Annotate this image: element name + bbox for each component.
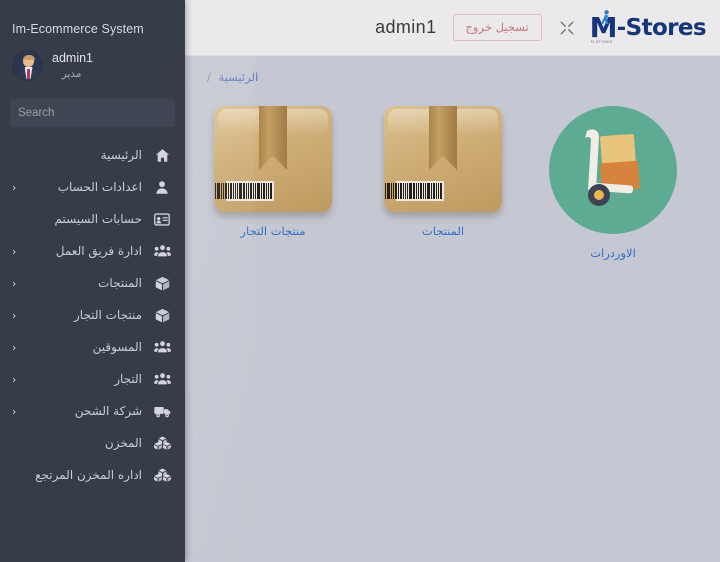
sidebar-item-label: المسوقين	[92, 340, 142, 354]
chevron-left-icon: ‹	[12, 404, 17, 418]
sidebar-item-label: المنتجات	[98, 276, 142, 290]
sidebar-item-1[interactable]: اعدادات الحساب ‹	[0, 171, 185, 203]
sidebar-item-4[interactable]: المنتجات ‹	[0, 267, 185, 299]
sidebar-item-5[interactable]: منتجات التجار ‹	[0, 299, 185, 331]
users-icon	[151, 372, 173, 386]
truck-icon	[151, 405, 173, 418]
dashboard-card-1[interactable]: المنتجات	[358, 106, 528, 260]
chevron-left-icon: ‹	[12, 276, 17, 290]
main-content: الرئيسية / الاوردرات المنتجات منتجات التجا…	[185, 56, 720, 562]
sidebar-item-6[interactable]: المسوقين ‹	[0, 331, 185, 363]
sidebar-item-9[interactable]: المخزن	[0, 427, 185, 459]
brand-title: Im-Ecommerce System	[12, 22, 144, 36]
sidebar-search	[10, 99, 175, 127]
sidebar-item-label: منتجات التجار	[74, 308, 142, 322]
users-icon	[151, 340, 173, 354]
top-header: M M-STORES -Stores تسجيل خروج admin1	[185, 0, 720, 56]
box-icon	[151, 308, 173, 323]
package-box-icon	[384, 106, 502, 212]
profile-name: admin1	[52, 51, 93, 65]
header-admin-name: admin1	[375, 17, 437, 37]
fullscreen-expand-icon	[560, 21, 574, 34]
logout-button[interactable]: تسجيل خروج	[452, 14, 542, 41]
sidebar: Im-Ecommerce System admin1 مدير Search ا…	[0, 0, 185, 562]
boxes-icon	[151, 468, 173, 482]
breadcrumb-current[interactable]: الرئيسية	[219, 70, 259, 84]
search-input[interactable]	[10, 99, 175, 127]
app-logo: M M-STORES -Stores	[590, 9, 707, 44]
sidebar-item-7[interactable]: التجار ‹	[0, 363, 185, 395]
logo-mark-icon: M M-STORES	[590, 9, 618, 44]
sidebar-item-label: التجار	[114, 372, 142, 386]
chevron-left-icon: ‹	[12, 372, 17, 386]
avatar	[12, 50, 43, 81]
dashboard-card-2[interactable]: منتجات التجار	[188, 106, 358, 260]
logo-subtext: M-STORES	[590, 39, 613, 44]
users-icon	[151, 244, 173, 258]
sidebar-item-label: شركة الشحن	[74, 404, 142, 418]
hand-truck-icon	[585, 129, 640, 206]
breadcrumb: الرئيسية /	[185, 56, 720, 84]
package-box-icon	[214, 106, 332, 212]
dashboard-card-label: الاوردرات	[590, 246, 636, 260]
hand-truck-icon	[549, 106, 677, 234]
sidebar-item-label: ادارة فريق العمل	[55, 244, 142, 258]
dashboard-card-label: المنتجات	[421, 224, 465, 238]
sidebar-item-label: المخزن	[104, 436, 142, 450]
sidebar-menu: الرئيسية اعدادات الحساب ‹ حسابات السيستم ادا…	[0, 139, 185, 491]
barcode-icon	[385, 181, 444, 201]
sidebar-item-3[interactable]: ادارة فريق العمل ‹	[0, 235, 185, 267]
home-icon	[151, 148, 173, 163]
sidebar-item-label: حسابات السيستم	[54, 212, 142, 226]
chevron-left-icon: ‹	[12, 308, 17, 322]
boxes-icon	[151, 436, 173, 450]
user-icon	[151, 180, 173, 195]
id-card-icon	[151, 212, 173, 226]
breadcrumb-separator: /	[207, 70, 211, 84]
dashboard-card-0[interactable]: الاوردرات	[528, 106, 698, 260]
logo-text: -Stores	[616, 14, 707, 41]
app-root: Im-Ecommerce System admin1 مدير Search ا…	[0, 0, 720, 562]
profile-role: مدير	[61, 68, 82, 80]
sidebar-item-8[interactable]: شركة الشحن ‹	[0, 395, 185, 427]
dashboard-cards: الاوردرات المنتجات منتجات التجار	[185, 84, 720, 260]
user-profile[interactable]: admin1 مدير	[0, 36, 185, 86]
chevron-left-icon: ‹	[12, 180, 17, 194]
sidebar-item-label: اعدادات الحساب	[57, 180, 142, 194]
dashboard-card-label: منتجات التجار	[240, 224, 306, 238]
sidebar-item-10[interactable]: اداره المخزن المرتجع	[0, 459, 185, 491]
box-icon	[151, 276, 173, 291]
fullscreen-toggle-button[interactable]	[560, 21, 574, 35]
sidebar-item-2[interactable]: حسابات السيستم	[0, 203, 185, 235]
sidebar-item-label: اداره المخزن المرتجع	[35, 468, 142, 482]
chevron-left-icon: ‹	[12, 244, 17, 258]
person-figure-icon	[600, 9, 609, 24]
sidebar-item-0[interactable]: الرئيسية	[0, 139, 185, 171]
barcode-icon	[215, 181, 274, 201]
chevron-left-icon: ‹	[12, 340, 17, 354]
sidebar-item-label: الرئيسية	[100, 148, 142, 162]
